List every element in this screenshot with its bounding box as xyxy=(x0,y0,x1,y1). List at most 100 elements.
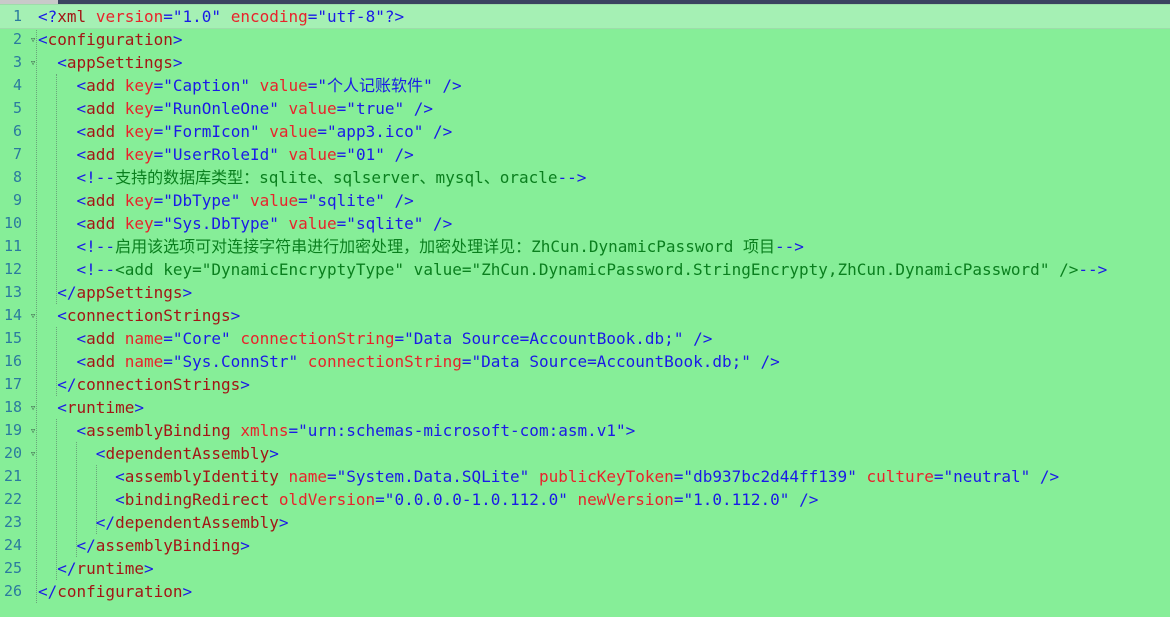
code-line[interactable]: 10 <add key="Sys.DbType" value="sqlite" … xyxy=(0,212,1170,235)
xml-delimiter: --> xyxy=(557,168,587,187)
xml-element-name: add xyxy=(86,99,116,118)
code-text[interactable]: <!--<add key="DynamicEncryptyType" value… xyxy=(38,258,1108,281)
code-line[interactable]: 1 <?xml version="1.0" encoding="utf-8"?> xyxy=(0,4,1170,29)
code-text[interactable]: <connectionStrings> xyxy=(38,304,240,327)
code-text[interactable]: <add key="UserRoleId" value="01" /> xyxy=(38,143,414,166)
code-text[interactable]: </appSettings> xyxy=(38,281,192,304)
code-line[interactable]: 21 <assemblyIdentity name="System.Data.S… xyxy=(0,465,1170,488)
xml-delimiter: =" xyxy=(461,352,482,371)
code-line[interactable]: 23 </dependentAssembly> xyxy=(0,511,1170,534)
code-line[interactable]: 20 ▿ <dependentAssembly> xyxy=(0,442,1170,465)
code-text[interactable]: </runtime> xyxy=(38,557,153,580)
code-text[interactable]: <add key="FormIcon" value="app3.ico" /> xyxy=(38,120,453,143)
code-text[interactable]: <!--启用该选项可对连接字符串进行加密处理，加密处理详见：ZhCun.Dyna… xyxy=(38,235,804,258)
xml-attribute-value: DbType xyxy=(172,191,231,210)
code-line[interactable]: 3 ▿ <appSettings> xyxy=(0,51,1170,74)
code-line[interactable]: 13 </appSettings> xyxy=(0,281,1170,304)
code-text[interactable]: <dependentAssembly> xyxy=(38,442,279,465)
code-line[interactable]: 24 </assemblyBinding> xyxy=(0,534,1170,557)
xml-attribute-value: System.Data.SQLite xyxy=(346,467,520,486)
xml-delimiter: </ xyxy=(38,582,58,601)
line-number: 6 xyxy=(12,122,22,140)
code-line[interactable]: 6 <add key="FormIcon" value="app3.ico" /… xyxy=(0,120,1170,143)
code-text[interactable]: </connectionStrings> xyxy=(38,373,250,396)
code-line[interactable]: 15 <add name="Core" connectionString="Da… xyxy=(0,327,1170,350)
code-line[interactable]: 8 <!--支持的数据库类型：sqlite、sqlserver、mysql、or… xyxy=(0,166,1170,189)
code-text[interactable]: <add key="RunOnleOne" value="true" /> xyxy=(38,97,433,120)
xml-attribute-name: publicKeyToken xyxy=(538,467,674,486)
code-text[interactable]: </configuration> xyxy=(38,580,192,603)
code-line[interactable]: 11 <!--启用该选项可对连接字符串进行加密处理，加密处理详见：ZhCun.D… xyxy=(0,235,1170,258)
line-number: 21 xyxy=(3,467,22,485)
code-line[interactable]: 12 <!--<add key="DynamicEncryptyType" va… xyxy=(0,258,1170,281)
code-text[interactable]: <!--支持的数据库类型：sqlite、sqlserver、mysql、orac… xyxy=(38,166,587,189)
code-line[interactable]: 17 </connectionStrings> xyxy=(0,373,1170,396)
code-text[interactable]: <configuration> xyxy=(38,28,183,51)
code-text[interactable]: <runtime> xyxy=(38,396,144,419)
xml-delimiter: </ xyxy=(57,559,77,578)
code-text[interactable]: <bindingRedirect oldVersion="0.0.0.0-1.0… xyxy=(38,488,818,511)
xml-element-name: configuration xyxy=(57,582,183,601)
xml-attribute-name: connectionString xyxy=(307,352,462,371)
code-text[interactable]: <assemblyIdentity name="System.Data.SQLi… xyxy=(38,465,1059,488)
xml-attribute-value: 个人记账软件 xyxy=(327,76,424,95)
code-line[interactable]: 7 <add key="UserRoleId" value="01" /> xyxy=(0,143,1170,166)
code-text[interactable]: </dependentAssembly> xyxy=(38,511,289,534)
code-line[interactable]: 22 <bindingRedirect oldVersion="0.0.0.0-… xyxy=(0,488,1170,511)
code-editor[interactable]: 1 <?xml version="1.0" encoding="utf-8"?> 2… xyxy=(0,4,1170,617)
code-line[interactable]: 18 ▿ <runtime> xyxy=(0,396,1170,419)
code-text[interactable]: <add key="DbType" value="sqlite" /> xyxy=(38,189,414,212)
xml-delimiter: </ xyxy=(76,536,96,555)
code-line[interactable]: 25 </runtime> xyxy=(0,557,1170,580)
code-text[interactable]: </assemblyBinding> xyxy=(38,534,250,557)
code-text[interactable]: <add key="Sys.DbType" value="sqlite" /> xyxy=(38,212,453,235)
xml-comment-text: 启用该选项可对连接字符串进行加密处理，加密处理详见：ZhCun.DynamicP… xyxy=(115,237,775,256)
code-line[interactable]: 16 <add name="Sys.ConnStr" connectionStr… xyxy=(0,350,1170,373)
code-text[interactable]: <add name="Sys.ConnStr" connectionString… xyxy=(38,350,780,373)
code-text[interactable]: <appSettings> xyxy=(38,51,182,74)
code-line[interactable]: 9 <add key="DbType" value="sqlite" /> xyxy=(0,189,1170,212)
xml-delimiter: < xyxy=(76,421,87,440)
code-text[interactable]: <add name="Core" connectionString="Data … xyxy=(38,327,713,350)
xml-element-name: xml xyxy=(57,7,87,26)
fold-toggle-icon[interactable]: ▿ xyxy=(28,51,38,74)
code-text[interactable]: <assemblyBinding xmlns="urn:schemas-micr… xyxy=(38,419,636,442)
fold-toggle-icon[interactable]: ▿ xyxy=(28,396,38,419)
code-line[interactable]: 14 ▿ <connectionStrings> xyxy=(0,304,1170,327)
xml-delimiter: " xyxy=(558,490,568,509)
code-text[interactable]: <?xml version="1.0" encoding="utf-8"?> xyxy=(38,5,404,28)
code-line[interactable]: 4 <add key="Caption" value="个人记账软件" /> xyxy=(0,74,1170,97)
xml-delimiter: " xyxy=(375,191,385,210)
fold-toggle-icon[interactable]: ▿ xyxy=(28,28,38,51)
code-text[interactable]: <add key="Caption" value="个人记账软件" /> xyxy=(38,74,462,97)
code-line[interactable]: 19 ▿ <assemblyBinding xmlns="urn:schemas-… xyxy=(0,419,1170,442)
xml-attribute-value: Sys.ConnStr xyxy=(182,352,289,371)
xml-attribute-value: db937bc2d44ff139 xyxy=(693,467,848,486)
fold-toggle-icon[interactable]: ▿ xyxy=(28,442,38,465)
xml-attribute-value: true xyxy=(355,99,395,118)
line-number: 15 xyxy=(3,329,22,347)
fold-toggle-icon[interactable]: ▿ xyxy=(28,419,38,442)
code-line[interactable]: 5 <add key="RunOnleOne" value="true" /> xyxy=(0,97,1170,120)
code-line[interactable]: 26 </configuration> xyxy=(0,580,1170,603)
xml-delimiter: <!-- xyxy=(76,237,116,256)
xml-delimiter: <? xyxy=(38,7,58,26)
fold-toggle-icon[interactable]: ▿ xyxy=(28,304,38,327)
xml-delimiter: =" xyxy=(153,76,173,95)
xml-attribute-name: value xyxy=(288,214,337,233)
xml-delimiter: =" xyxy=(375,490,395,509)
xml-delimiter: /> xyxy=(433,122,453,141)
xml-delimiter: " xyxy=(375,145,385,164)
code-line[interactable]: 2 ▿ <configuration> xyxy=(0,28,1170,51)
